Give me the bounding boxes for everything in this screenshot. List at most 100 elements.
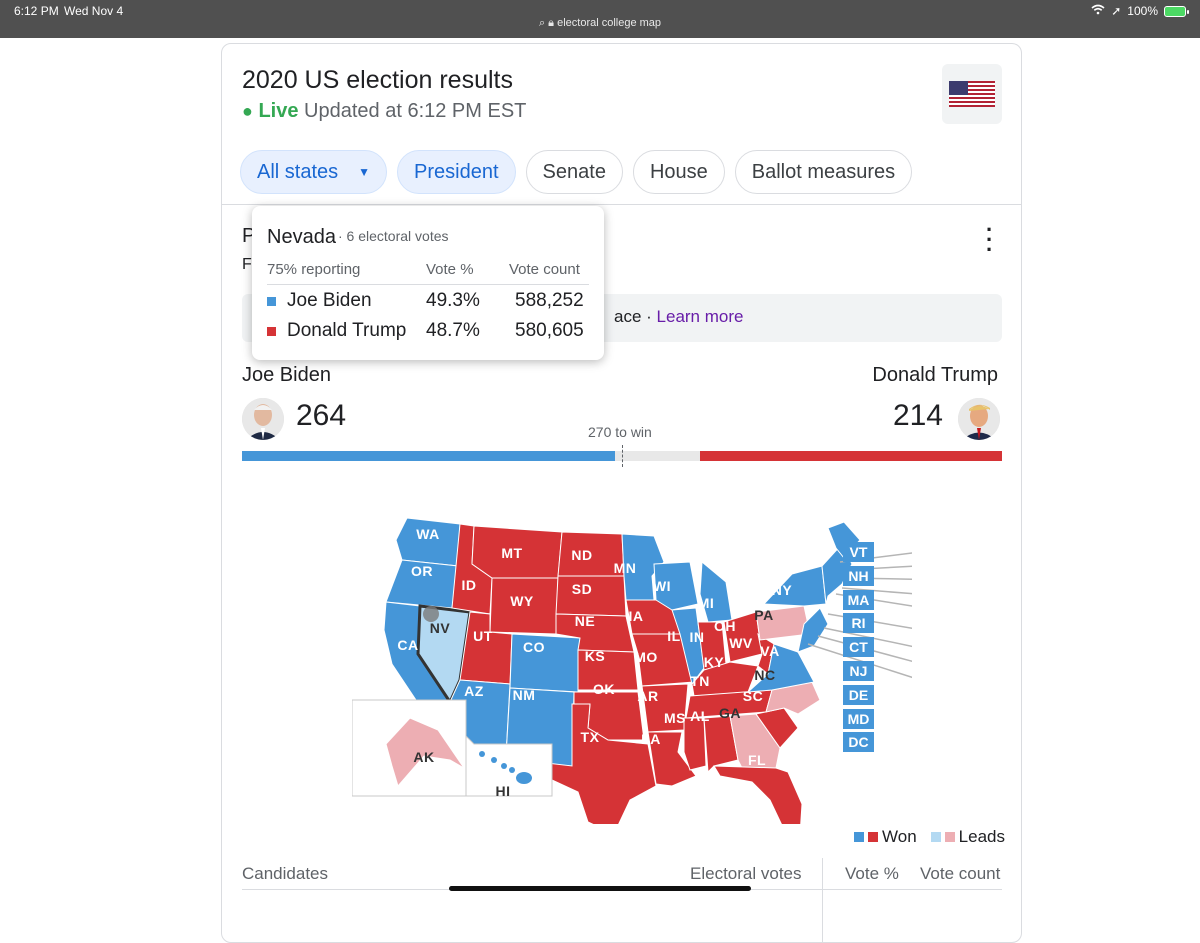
chip-all-states[interactable]: All states ▼ — [240, 150, 388, 194]
state-label-tn[interactable]: TN — [690, 673, 710, 689]
dropdown-caret-icon: ▼ — [358, 165, 371, 179]
state-label-nd[interactable]: ND — [571, 547, 592, 563]
tooltip-row-trump: Donald Trump 48.7% 580,605 — [267, 320, 589, 346]
state-label-wi[interactable]: WI — [653, 578, 671, 594]
learn-more-link[interactable]: Learn more — [657, 307, 744, 326]
state-label-ne[interactable]: NE — [575, 613, 595, 629]
tooltip-vote-count: 580,605 — [515, 320, 584, 341]
state-label-id[interactable]: ID — [462, 577, 477, 593]
state-label-nv[interactable]: NV — [430, 620, 450, 636]
state-label-oh[interactable]: OH — [714, 618, 736, 634]
state-label-ut[interactable]: UT — [473, 628, 493, 644]
more-options-icon[interactable]: · · · — [986, 219, 993, 261]
state-label-tx[interactable]: TX — [581, 729, 600, 745]
col-vote-count: Vote count — [920, 864, 1001, 883]
state-label-nh[interactable]: NH — [843, 565, 874, 586]
state-label-wa[interactable]: WA — [416, 526, 440, 542]
map-legend: Won Leads — [854, 827, 1005, 847]
biden-color-swatch — [267, 297, 276, 306]
state-label-wv[interactable]: WV — [729, 635, 753, 651]
state-label-fl[interactable]: FL — [748, 752, 766, 768]
state-label-il[interactable]: IL — [667, 628, 680, 644]
chip-senate[interactable]: Senate — [525, 150, 623, 194]
lock-icon: 🔒︎ — [548, 17, 555, 29]
state-label-ia[interactable]: IA — [629, 608, 644, 624]
state-label-sc[interactable]: SC — [743, 688, 763, 704]
state-label-mo[interactable]: MO — [634, 649, 658, 665]
state-label-nc[interactable]: NC — [754, 667, 775, 683]
legend-leads: Leads — [958, 827, 1005, 846]
state-label-ar[interactable]: AR — [637, 688, 658, 704]
state-label-mt[interactable]: MT — [501, 545, 522, 561]
col-electoral-votes: Electoral votes — [690, 864, 802, 883]
state-label-in[interactable]: IN — [690, 629, 705, 645]
status-date: Wed Nov 4 — [64, 4, 124, 18]
filter-chips: All states ▼ President Senate House Ball… — [240, 150, 913, 194]
state-label-ak[interactable]: AK — [413, 749, 434, 765]
section-divider — [222, 204, 1021, 205]
state-MI — [699, 560, 733, 623]
biden-bar-fill — [242, 451, 615, 461]
state-label-ma[interactable]: MA — [843, 589, 874, 610]
state-label-ca[interactable]: CA — [397, 637, 418, 653]
wifi-icon — [1091, 4, 1105, 18]
col-candidates: Candidates — [242, 864, 329, 883]
state-label-ct[interactable]: CT — [843, 637, 874, 658]
state-label-ri[interactable]: RI — [843, 613, 874, 634]
state-label-nj[interactable]: NJ — [843, 661, 874, 681]
state-label-co[interactable]: CO — [523, 639, 545, 655]
state-label-wy[interactable]: WY — [510, 593, 534, 609]
battery-icon — [1164, 5, 1189, 17]
state-label-de[interactable]: DE — [843, 684, 874, 705]
state-label-me[interactable]: ME — [809, 544, 831, 560]
tooltip-electoral-votes: · 6 electoral votes — [338, 228, 449, 244]
chip-president[interactable]: President — [397, 150, 516, 194]
state-label-nm[interactable]: NM — [513, 687, 536, 703]
state-label-pa[interactable]: PA — [754, 607, 773, 623]
tooltip-state-name: Nevada — [267, 226, 336, 248]
state-label-ok[interactable]: OK — [593, 681, 615, 697]
state-label-ms[interactable]: MS — [664, 710, 686, 726]
state-label-vt[interactable]: VT — [843, 542, 874, 562]
search-icon: ⌕ — [538, 17, 546, 29]
state-label-ny[interactable]: NY — [772, 582, 792, 598]
state-label-va[interactable]: VA — [760, 643, 779, 659]
state-label-ga[interactable]: GA — [719, 705, 741, 721]
address-bar[interactable]: ⌕ 🔒︎ electoral college map — [0, 17, 1200, 30]
chip-house[interactable]: House — [632, 150, 725, 194]
state-MS — [683, 717, 707, 771]
state-label-al[interactable]: AL — [690, 708, 710, 724]
state-label-mn[interactable]: MN — [614, 560, 637, 576]
tooltip-reporting: 75% reporting — [267, 261, 361, 278]
flag-thumbnail[interactable] — [942, 64, 1002, 124]
tooltip-vote-pct: 49.3% — [426, 290, 480, 311]
biden-name: Joe Biden — [242, 364, 331, 386]
status-bar: 6:12 PM Wed Nov 4 ⌕ 🔒︎ electoral college… — [0, 0, 1200, 38]
electoral-progress-bar — [242, 445, 1002, 467]
state-label-ks[interactable]: KS — [585, 648, 605, 664]
state-label-md[interactable]: MD — [843, 708, 874, 729]
chip-label: All states — [257, 160, 339, 183]
biden-avatar — [242, 398, 284, 440]
state-FL — [713, 765, 803, 824]
state-label-sd[interactable]: SD — [572, 581, 592, 597]
state-label-az[interactable]: AZ — [464, 683, 484, 699]
home-indicator[interactable] — [449, 886, 751, 891]
win-threshold-marker — [622, 445, 623, 467]
state-label-or[interactable]: OR — [411, 563, 433, 579]
card-title: 2020 US election results — [242, 66, 513, 94]
state-label-la[interactable]: LA — [641, 731, 661, 747]
tooltip-candidate-name: Donald Trump — [287, 320, 407, 341]
state-label-dc[interactable]: DC — [843, 732, 874, 753]
tooltip-candidate-name: Joe Biden — [287, 290, 372, 311]
state-label-mi[interactable]: MI — [698, 595, 715, 611]
chip-ballot-measures[interactable]: Ballot measures — [734, 150, 913, 194]
banner-text: ace · — [614, 307, 652, 326]
tooltip-col-vote-pct: Vote % — [426, 261, 474, 278]
status-time: 6:12 PM — [14, 4, 59, 18]
tooltip-vote-pct: 48.7% — [426, 320, 480, 341]
state-label-hi[interactable]: HI — [496, 783, 511, 799]
state-tooltip: Nevada · 6 electoral votes 75% reporting… — [252, 206, 604, 360]
state-label-ky[interactable]: KY — [704, 654, 724, 670]
legend-dem-lead-swatch — [930, 832, 941, 842]
